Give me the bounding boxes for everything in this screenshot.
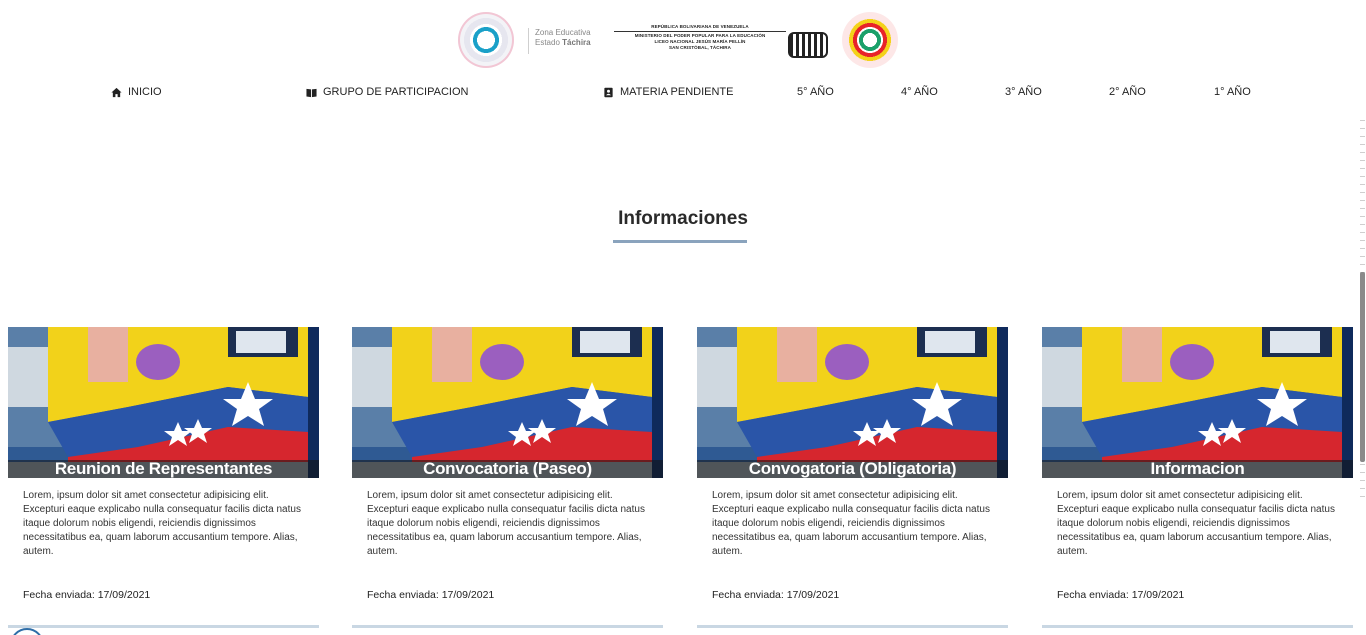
card-title[interactable]: Reunion de Representantes: [8, 460, 319, 478]
card-date: Fecha enviada: 17/09/2021: [712, 589, 840, 601]
zona-educativa-label: Zona Educativa Estado Táchira: [528, 28, 591, 54]
card-description: Lorem, ipsum dolor sit amet consectetur …: [23, 490, 301, 557]
card-bottom-rule: [1042, 625, 1353, 628]
card-title[interactable]: Convogatoria (Obligatoria): [697, 460, 1008, 478]
info-card[interactable]: Convocatoria (Paseo) Lorem, ipsum dolor …: [352, 327, 663, 635]
zona-line-2: Estado Táchira: [535, 38, 591, 48]
card-mural-image: [8, 327, 319, 478]
zona-line-2-state: Táchira: [562, 38, 591, 47]
info-card[interactable]: Informacion Lorem, ipsum dolor sit amet …: [1042, 327, 1353, 635]
nav-label: 3° AÑO: [1005, 86, 1042, 98]
nav-item-3-ano[interactable]: 3° AÑO: [1005, 86, 1042, 98]
card-bottom-rule: [697, 625, 1008, 628]
card-mural-image: [697, 327, 1008, 478]
nav-item-grupo-participacion[interactable]: GRUPO DE PARTICIPACION: [306, 86, 468, 98]
nav-item-1-ano[interactable]: 1° AÑO: [1214, 86, 1251, 98]
zona-educativa-seal-logo: [458, 12, 514, 68]
card-bottom-rule: [352, 625, 663, 628]
nav-label: GRUPO DE PARTICIPACION: [323, 86, 469, 98]
nav-label: 2° AÑO: [1109, 86, 1146, 98]
card-title[interactable]: Convocatoria (Paseo): [352, 460, 663, 478]
card-description: Lorem, ipsum dolor sit amet consectetur …: [712, 490, 990, 557]
main-nav: INICIO GRUPO DE PARTICIPACION MATERIA PE…: [0, 86, 1366, 102]
ministry-divider: [614, 31, 786, 32]
nav-item-4-ano[interactable]: 4° AÑO: [901, 86, 938, 98]
card-description: Lorem, ipsum dolor sit amet consectetur …: [367, 490, 645, 557]
scrollbar-thumb[interactable]: [1360, 272, 1365, 462]
home-icon: [111, 87, 122, 97]
school-name-block: REPÚBLICA BOLIVARIANA DE VENEZUELA MINIS…: [614, 24, 786, 51]
card-bottom-rule: [8, 625, 319, 628]
school-crest-logo: [788, 32, 828, 58]
nav-item-2-ano[interactable]: 2° AÑO: [1109, 86, 1146, 98]
nav-label: 5° AÑO: [797, 86, 834, 98]
nav-label: 4° AÑO: [901, 86, 938, 98]
info-card[interactable]: Convogatoria (Obligatoria) Lorem, ipsum …: [697, 327, 1008, 635]
zona-line-2-prefix: Estado: [535, 38, 563, 47]
section-title: Informaciones: [618, 208, 748, 229]
book-icon: [306, 88, 317, 97]
nav-item-materia-pendiente[interactable]: MATERIA PENDIENTE: [603, 86, 733, 98]
contact-book-icon: [604, 87, 613, 97]
zona-line-1: Zona Educativa: [535, 28, 591, 37]
card-description: Lorem, ipsum dolor sit amet consectetur …: [1057, 490, 1335, 557]
ministry-line-1: REPÚBLICA BOLIVARIANA DE VENEZUELA: [651, 24, 749, 29]
card-title[interactable]: Informacion: [1042, 460, 1353, 478]
section-title-underline: [613, 240, 747, 243]
card-date: Fecha enviada: 17/09/2021: [1057, 589, 1185, 601]
nav-label: MATERIA PENDIENTE: [620, 86, 734, 98]
card-mural-image: [352, 327, 663, 478]
ministry-line-4: SAN CRISTÓBAL, TÁCHIRA: [669, 45, 731, 50]
nav-label: 1° AÑO: [1214, 86, 1251, 98]
card-date: Fecha enviada: 17/09/2021: [23, 589, 151, 601]
card-date: Fecha enviada: 17/09/2021: [367, 589, 495, 601]
nav-label: INICIO: [128, 86, 162, 98]
card-mural-image: [1042, 327, 1353, 478]
info-card[interactable]: Reunion de Representantes Lorem, ipsum d…: [8, 327, 319, 635]
nav-item-inicio[interactable]: INICIO: [111, 86, 162, 98]
header-logo-bar: Zona Educativa Estado Táchira REPÚBLICA …: [0, 10, 1366, 70]
nav-item-5-ano[interactable]: 5° AÑO: [797, 86, 834, 98]
school-seal-logo: [842, 12, 898, 68]
